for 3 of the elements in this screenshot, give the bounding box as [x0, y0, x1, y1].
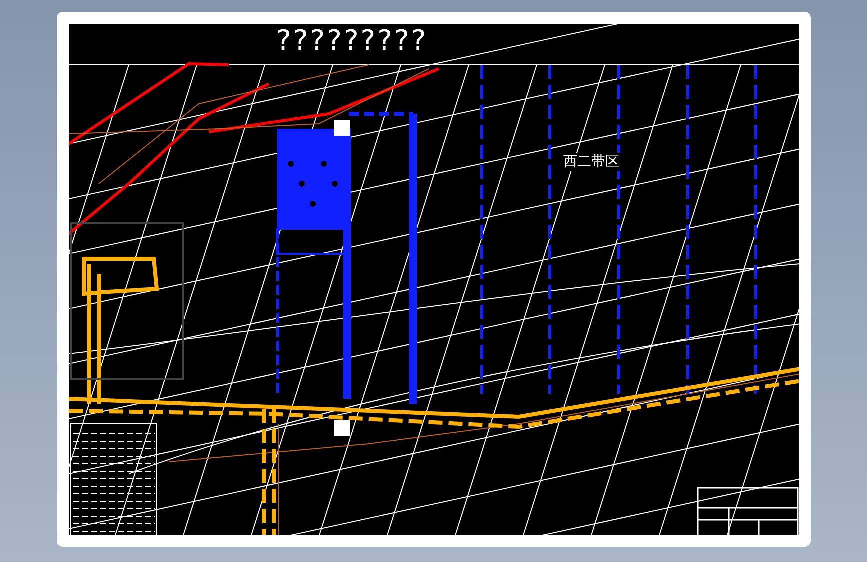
drawing-title: ?????????: [276, 24, 428, 56]
cad-canvas[interactable]: ????????? 西二带区: [68, 24, 798, 534]
zone-label: 西二带区: [562, 152, 622, 170]
